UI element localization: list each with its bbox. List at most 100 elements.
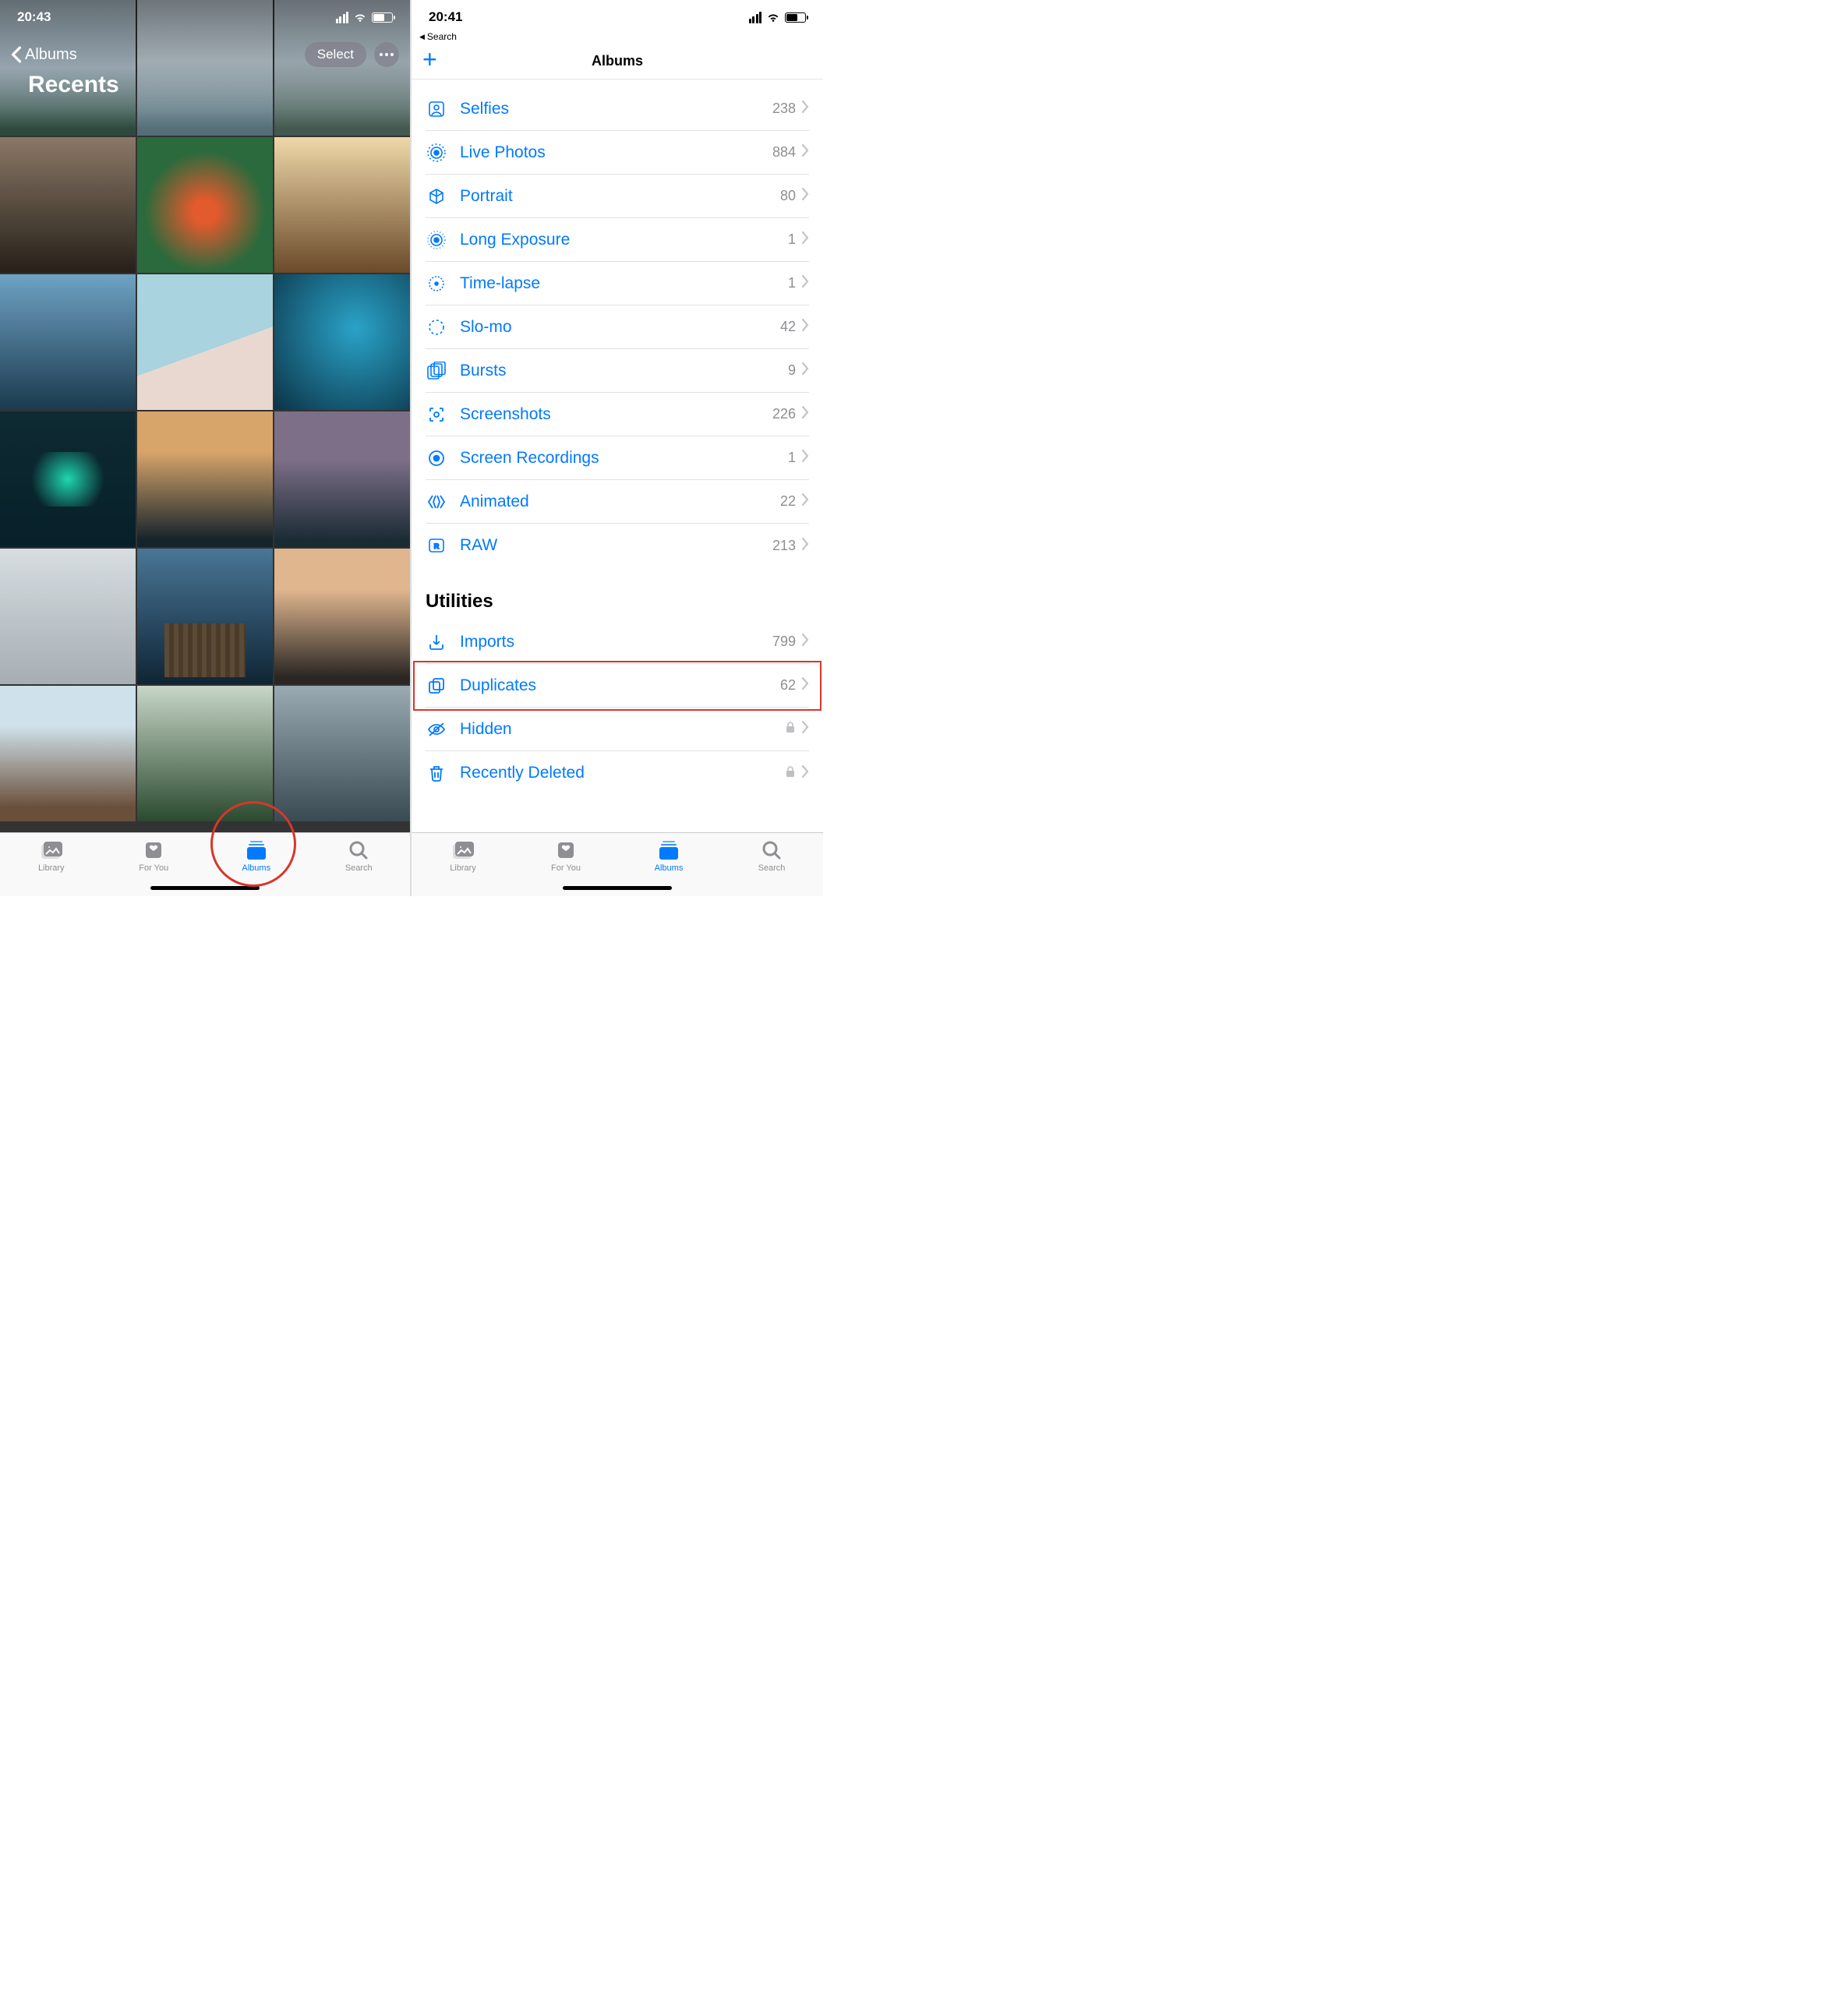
back-button[interactable]: Albums (11, 46, 77, 64)
deleted-icon (426, 762, 447, 784)
albums-icon (245, 839, 268, 861)
animated-icon (426, 491, 447, 513)
back-label: Albums (25, 46, 77, 64)
status-icons (749, 12, 807, 23)
photo-thumbnail[interactable] (0, 274, 136, 410)
photo-thumbnail[interactable] (274, 274, 410, 410)
selfies-icon (426, 98, 447, 120)
row-label: Recently Deleted (460, 764, 785, 782)
chevron-right-icon (802, 493, 809, 510)
photo-thumbnail[interactable] (137, 549, 273, 684)
albums-icon (657, 839, 680, 861)
album-row-animated[interactable]: Animated22 (426, 480, 809, 524)
photo-thumbnail[interactable] (137, 411, 273, 547)
tab-search[interactable]: Search (308, 833, 411, 896)
photo-thumbnail[interactable] (274, 411, 410, 547)
album-row-screenrec[interactable]: Screen Recordings1 (426, 436, 809, 480)
wifi-icon (353, 12, 367, 23)
photo-thumbnail[interactable] (0, 686, 136, 821)
select-button[interactable]: Select (305, 42, 366, 67)
tab-label: Library (450, 863, 476, 873)
chevron-right-icon (802, 188, 809, 204)
tab-label: For You (551, 863, 581, 873)
home-indicator[interactable] (563, 886, 672, 890)
chevron-right-icon (802, 677, 809, 694)
ellipsis-icon (379, 52, 394, 57)
row-count: 884 (772, 144, 802, 161)
more-button[interactable] (374, 42, 399, 67)
album-row-timelapse[interactable]: Time-lapse1 (426, 262, 809, 305)
chevron-right-icon (802, 362, 809, 379)
longexp-icon (426, 229, 447, 251)
tab-library[interactable]: Library (412, 833, 514, 896)
row-label: Bursts (460, 362, 788, 380)
photo-thumbnail[interactable] (137, 137, 273, 273)
tab-library[interactable]: Library (0, 833, 103, 896)
chevron-right-icon (802, 275, 809, 291)
add-button[interactable]: + (422, 45, 437, 74)
live-icon (426, 142, 447, 164)
tab-label: Search (758, 863, 786, 873)
album-row-longexp[interactable]: Long Exposure1 (426, 218, 809, 262)
tab-label: For You (139, 863, 168, 873)
row-count: 42 (780, 319, 802, 335)
lock-icon (785, 721, 802, 737)
album-row-screenshots[interactable]: Screenshots226 (426, 393, 809, 436)
cellular-icon (749, 12, 762, 23)
album-row-portrait[interactable]: Portrait80 (426, 175, 809, 218)
screenrec-icon (426, 447, 447, 469)
album-row-live[interactable]: Live Photos884 (426, 131, 809, 175)
album-row-deleted[interactable]: Recently Deleted (426, 751, 809, 795)
row-label: Screen Recordings (460, 449, 788, 468)
album-row-hidden[interactable]: Hidden (426, 708, 809, 751)
album-row-duplicates[interactable]: Duplicates62 (426, 664, 809, 708)
row-label: Selfies (460, 100, 772, 118)
row-label: RAW (460, 536, 772, 555)
row-label: Duplicates (460, 676, 780, 695)
row-count: 9 (788, 362, 802, 379)
row-count: 1 (788, 275, 802, 291)
foryou-icon (142, 839, 165, 861)
photo-grid[interactable] (0, 0, 410, 832)
chevron-right-icon (802, 538, 809, 554)
photo-thumbnail[interactable] (274, 137, 410, 273)
album-row-raw[interactable]: RRAW213 (426, 524, 809, 567)
chevron-right-icon (802, 144, 809, 161)
header-bar: + Albums (412, 42, 823, 79)
battery-icon (785, 12, 806, 23)
bursts-icon (426, 360, 447, 382)
album-row-slomo[interactable]: Slo-mo42 (426, 305, 809, 349)
foryou-icon (554, 839, 578, 861)
photo-thumbnail[interactable] (274, 549, 410, 684)
photo-thumbnail[interactable] (0, 549, 136, 684)
tab-label: Search (345, 863, 373, 873)
row-label: Animated (460, 493, 780, 511)
duplicates-icon (426, 675, 447, 697)
row-label: Portrait (460, 187, 780, 206)
photo-thumbnail[interactable] (274, 686, 410, 821)
status-time: 20:41 (429, 9, 514, 25)
photo-thumbnail[interactable] (137, 686, 273, 821)
status-icons (336, 12, 394, 23)
chevron-right-icon (802, 450, 809, 466)
row-count: 22 (780, 493, 802, 510)
breadcrumb-label: Search (427, 31, 457, 42)
album-row-selfies[interactable]: Selfies238 (426, 87, 809, 131)
albums-list[interactable]: Selfies238Live Photos884Portrait80Long E… (412, 87, 823, 832)
album-row-bursts[interactable]: Bursts9 (426, 349, 809, 393)
tab-label: Albums (242, 863, 270, 873)
photo-thumbnail[interactable] (0, 411, 136, 547)
tab-label: Library (38, 863, 65, 873)
breadcrumb-back[interactable]: Search (412, 31, 823, 42)
row-label: Imports (460, 633, 772, 651)
tab-search[interactable]: Search (720, 833, 823, 896)
chevron-right-icon (802, 406, 809, 422)
chevron-right-icon (802, 634, 809, 650)
photo-thumbnail[interactable] (0, 137, 136, 273)
home-indicator[interactable] (150, 886, 260, 890)
row-label: Screenshots (460, 405, 772, 424)
row-count: 80 (780, 188, 802, 204)
album-row-imports[interactable]: Imports799 (426, 620, 809, 664)
chevron-right-icon (802, 319, 809, 335)
photo-thumbnail[interactable] (137, 274, 273, 410)
